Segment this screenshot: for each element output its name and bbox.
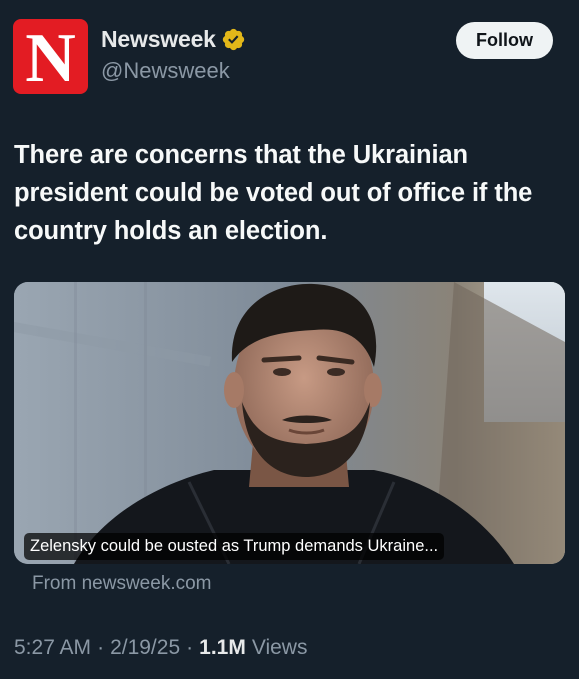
newsweek-logo: N	[25, 19, 76, 94]
user-handle[interactable]: @Newsweek	[101, 58, 230, 84]
tweet-metadata: 5:27 AM · 2/19/25 · 1.1M Views	[14, 636, 307, 660]
link-card[interactable]: Zelensky could be ousted as Trump demand…	[14, 282, 565, 564]
avatar[interactable]: N	[13, 19, 88, 94]
tweet: N Newsweek @Newsweek Follow There are co…	[0, 0, 579, 679]
article-photo	[14, 282, 565, 564]
card-caption: Zelensky could be ousted as Trump demand…	[24, 533, 445, 560]
tweet-date[interactable]: 2/19/25	[110, 636, 180, 660]
card-source-link[interactable]: From newsweek.com	[32, 573, 212, 595]
tweet-text: There are concerns that the Ukrainian pr…	[14, 141, 533, 245]
author-name-row: Newsweek	[101, 26, 246, 53]
tweet-time[interactable]: 5:27 AM	[14, 636, 91, 660]
display-name[interactable]: Newsweek	[101, 26, 216, 53]
separator-dot: ·	[186, 636, 194, 659]
views-count[interactable]: 1.1M	[199, 636, 246, 660]
verified-badge-icon	[222, 28, 244, 51]
views-label: Views	[251, 636, 308, 659]
follow-button[interactable]: Follow	[456, 22, 553, 59]
separator-dot: ·	[97, 636, 105, 659]
